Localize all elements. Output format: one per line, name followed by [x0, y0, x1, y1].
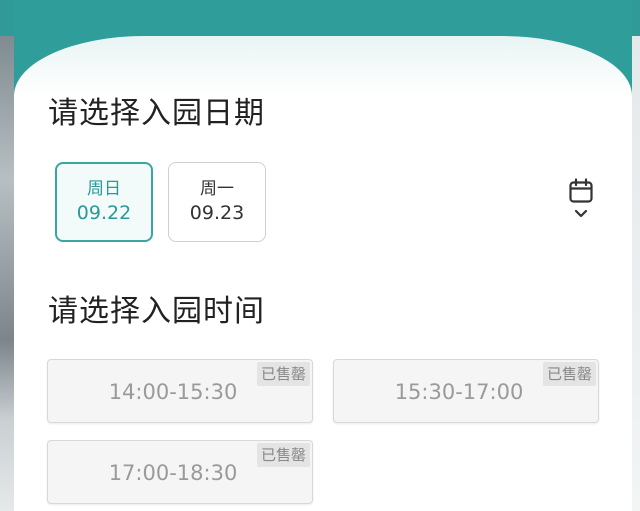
sold-out-badge: 已售罄 — [542, 362, 596, 386]
date-option-sunday[interactable]: 周日 09.22 — [55, 162, 153, 242]
date-value: 09.22 — [76, 202, 132, 224]
time-slot-2[interactable]: 15:30-17:00 已售罄 — [333, 359, 599, 423]
date-value: 09.23 — [189, 202, 245, 224]
time-slot-3[interactable]: 17:00-18:30 已售罄 — [47, 440, 313, 504]
chevron-down-icon — [574, 209, 588, 218]
calendar-picker-button[interactable] — [566, 178, 596, 224]
date-option-monday[interactable]: 周一 09.23 — [168, 162, 266, 242]
time-slot-1[interactable]: 14:00-15:30 已售罄 — [47, 359, 313, 423]
date-weekday: 周日 — [87, 179, 121, 199]
background-right-strip — [632, 0, 640, 511]
background-left-strip — [0, 0, 14, 511]
date-weekday: 周一 — [200, 179, 234, 199]
sold-out-badge: 已售罄 — [256, 362, 310, 386]
calendar-icon — [569, 178, 593, 203]
time-section-title: 请选择入园时间 — [48, 294, 265, 329]
date-section-title: 请选择入园日期 — [48, 96, 265, 131]
sold-out-badge: 已售罄 — [256, 443, 310, 467]
